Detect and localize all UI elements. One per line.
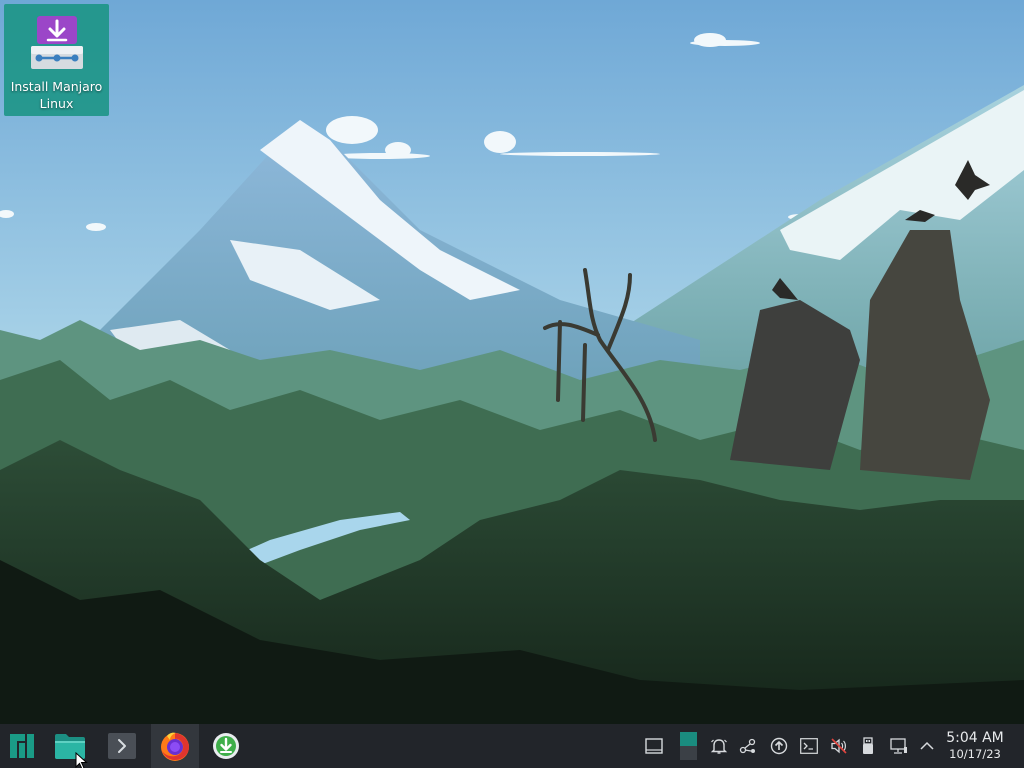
volume-button[interactable] [828, 735, 850, 757]
installer-button[interactable] [207, 724, 245, 768]
terminal-button[interactable] [104, 724, 140, 768]
notifications-button[interactable] [708, 735, 730, 757]
terminal-icon [108, 733, 136, 759]
terminal-tray-button[interactable] [798, 735, 820, 757]
updates-button[interactable] [768, 735, 790, 757]
usb-device-icon [863, 737, 873, 754]
desktop-wallpaper [0, 0, 1024, 724]
terminal-tray-icon [800, 738, 818, 754]
desktop-1[interactable] [680, 732, 697, 746]
desktop-icon-install-manjaro[interactable]: Install Manjaro Linux [4, 4, 109, 116]
firefox-icon [161, 732, 189, 761]
install-download-icon [30, 16, 83, 69]
application-launcher-button[interactable] [4, 724, 40, 768]
show-desktop-button[interactable] [643, 735, 665, 757]
kde-connect-button[interactable] [737, 735, 759, 757]
clock-date: 10/17/23 [949, 747, 1001, 761]
desktop-2[interactable] [680, 746, 697, 760]
file-manager-button[interactable] [48, 724, 92, 768]
network-wired-icon [890, 738, 907, 754]
manjaro-logo-icon [10, 734, 34, 758]
taskbar: 5:04 AM 10/17/23 [0, 724, 1024, 768]
notifications-bell-icon [710, 739, 728, 754]
virtual-desktop-pager[interactable] [680, 732, 697, 760]
volume-muted-icon [831, 738, 847, 754]
desktop-icon-label: Install Manjaro Linux [10, 79, 103, 111]
usb-device-button[interactable] [857, 735, 879, 757]
digital-clock[interactable]: 5:04 AM 10/17/23 [940, 730, 1010, 761]
network-button[interactable] [888, 735, 910, 757]
updates-icon [770, 737, 788, 755]
expand-tray-chevron-icon [920, 741, 934, 750]
expand-tray-button[interactable] [916, 735, 938, 757]
show-desktop-icon [645, 738, 663, 754]
kde-connect-icon [739, 738, 756, 754]
mouse-pointer-icon [75, 752, 88, 768]
clock-time: 5:04 AM [946, 730, 1004, 746]
firefox-button[interactable] [151, 724, 199, 768]
download-circle-icon [213, 733, 239, 759]
